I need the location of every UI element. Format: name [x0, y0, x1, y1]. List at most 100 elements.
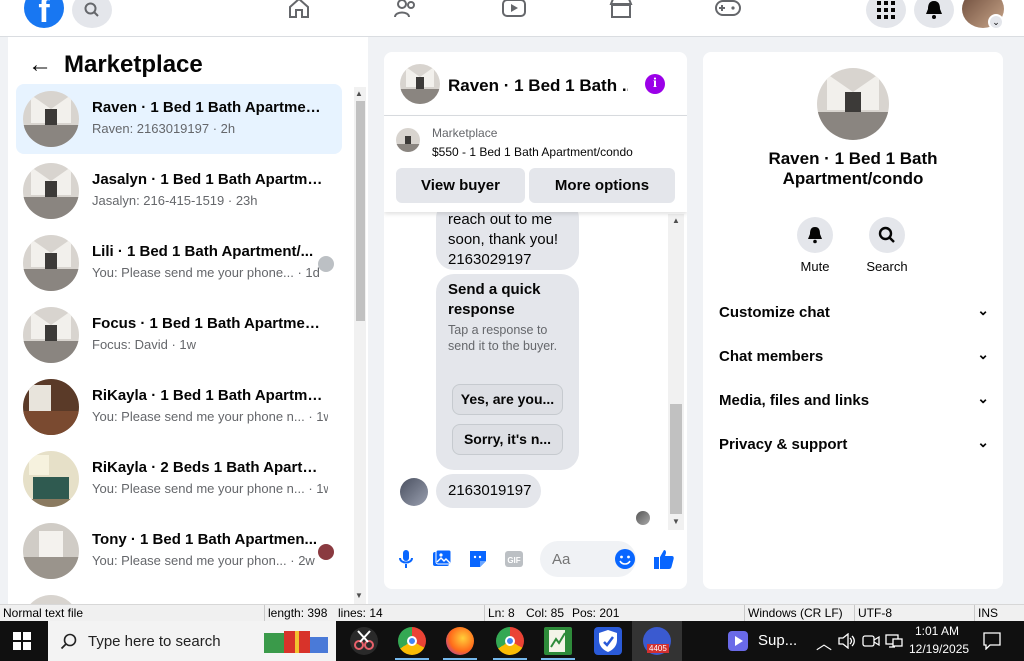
- sup-app-label[interactable]: Sup...: [758, 632, 797, 649]
- encoding-status: UTF-8: [858, 606, 892, 620]
- chevron-down-icon[interactable]: ⌄: [988, 14, 1004, 30]
- photo-icon[interactable]: [430, 547, 454, 571]
- message-bubble: 2163019197: [436, 474, 541, 508]
- scroll-up-arrow-icon[interactable]: ▲: [672, 216, 680, 225]
- bell-icon: [797, 217, 833, 253]
- listing-price[interactable]: $550 - 1 Bed 1 Bath Apartment/condo: [432, 145, 633, 159]
- listing-thumbnail: [396, 128, 420, 152]
- scrollbar-thumb[interactable]: [356, 101, 365, 321]
- emoji-icon[interactable]: [613, 547, 637, 571]
- volume-icon[interactable]: [838, 632, 856, 654]
- conversation-item[interactable]: Raven · 1 Bed 1 Bath Apartment/... Raven…: [16, 84, 342, 154]
- clock-time[interactable]: 1:01 AM: [915, 624, 959, 638]
- scrollbar-thumb[interactable]: [670, 404, 682, 514]
- line-ending-status: Windows (CR LF): [748, 606, 843, 620]
- firefox-icon[interactable]: [446, 627, 474, 655]
- sup-app-icon[interactable]: [728, 631, 748, 651]
- listing-thumbnail: [23, 163, 79, 219]
- quick-reply-button[interactable]: Yes, are you...: [452, 384, 563, 415]
- back-arrow-icon[interactable]: ←: [28, 51, 52, 79]
- active-app-tile[interactable]: 4405: [632, 621, 682, 661]
- search-icon: [869, 217, 905, 253]
- more-options-button[interactable]: More options: [529, 168, 675, 203]
- microphone-icon[interactable]: [394, 547, 418, 571]
- conversation-item[interactable]: RiKayla · 1 Bed 1 Bath Apartmen... You: …: [16, 372, 342, 442]
- conversation-preview: You: Please send me your phone n... · 1w: [92, 409, 328, 424]
- conversation-item[interactable]: Lili · 1 Bed 1 Bath Apartment/... You: P…: [16, 228, 342, 298]
- quick-response-title: Send a quick response: [448, 281, 541, 318]
- info-icon[interactable]: i: [645, 74, 665, 94]
- conversation-item[interactable]: Focus · 1 Bed 1 Bath Apartment/... Focus…: [16, 300, 342, 370]
- listing-thumbnail: [23, 451, 79, 507]
- shield-app-icon[interactable]: [594, 627, 622, 655]
- chat-members-section[interactable]: Chat members ⌄: [719, 342, 989, 372]
- chat-scrollbar[interactable]: ▲ ▼: [668, 214, 684, 530]
- notepad-plus-plus-icon[interactable]: [544, 627, 572, 655]
- scroll-down-arrow-icon[interactable]: ▼: [355, 591, 363, 600]
- conversation-item[interactable]: Jasalyn · 1 Bed 1 Bath Apartmen... Jasal…: [16, 156, 342, 226]
- chrome-profile-icon[interactable]: [496, 627, 524, 655]
- chat-title[interactable]: Raven · 1 Bed 1 Bath ...: [448, 76, 628, 96]
- video-icon[interactable]: [500, 0, 528, 22]
- conversation-info-panel: Raven · 1 Bed 1 Bath Apartment/condo Mut…: [703, 52, 1003, 589]
- facebook-logo[interactable]: f: [24, 0, 64, 30]
- friends-icon[interactable]: [392, 0, 420, 22]
- read-receipt-avatar: [318, 544, 334, 560]
- read-receipt-avatar: [318, 256, 334, 272]
- chat-avatar[interactable]: [400, 64, 440, 104]
- position-status: Pos: 201: [572, 606, 620, 620]
- conversation-item[interactable]: RiKayla · 2 Beds 1 Bath Apartme... You: …: [16, 444, 342, 514]
- clock-date[interactable]: 12/19/2025: [909, 642, 969, 656]
- view-buyer-button[interactable]: View buyer: [396, 168, 525, 203]
- line-status: Ln: 8: [488, 606, 515, 620]
- chat-window: Raven · 1 Bed 1 Bath ... i Marketplace $…: [384, 52, 687, 589]
- sender-avatar: [400, 478, 428, 506]
- conversation-title: Raven · 1 Bed 1 Bath Apartment/condo: [768, 149, 938, 188]
- insert-mode-status: INS: [978, 606, 999, 620]
- gifts-highlight-icon[interactable]: [262, 627, 332, 655]
- chevron-down-icon: ⌄: [977, 302, 989, 318]
- meet-now-icon[interactable]: [862, 633, 880, 654]
- notification-center-icon[interactable]: [983, 632, 1001, 655]
- page-title: Marketplace: [64, 51, 203, 78]
- search-in-conversation-button[interactable]: Search: [857, 217, 917, 274]
- notifications-bell-icon[interactable]: [914, 0, 954, 28]
- taskbar-search-box[interactable]: Type here to search: [48, 621, 336, 661]
- privacy-support-section[interactable]: Privacy & support ⌄: [719, 430, 989, 460]
- scroll-down-arrow-icon[interactable]: ▼: [672, 517, 680, 526]
- scroll-up-arrow-icon[interactable]: ▲: [355, 89, 363, 98]
- quick-response-card: Send a quick response Tap a response to …: [436, 274, 579, 470]
- chrome-icon[interactable]: [398, 627, 426, 655]
- thumbs-up-icon[interactable]: [652, 547, 676, 571]
- home-icon[interactable]: [285, 0, 313, 22]
- lines-status: lines: 14: [338, 606, 383, 620]
- file-type-status: Normal text file: [3, 606, 84, 620]
- snipping-tool-icon[interactable]: [350, 627, 378, 655]
- gaming-icon[interactable]: [714, 0, 742, 22]
- chevron-down-icon: ⌄: [977, 434, 989, 450]
- conversation-item[interactable]: Tony · 1 Bed 1 Bath Apartmen... You: Ple…: [16, 516, 342, 586]
- sidebar-scrollbar[interactable]: ▲ ▼: [354, 87, 366, 604]
- sticker-icon[interactable]: [466, 547, 490, 571]
- message-list: reach out to me soon, thank you! 2163029…: [384, 212, 687, 527]
- quick-reply-button[interactable]: Sorry, it's n...: [452, 424, 563, 455]
- gif-icon[interactable]: GIF: [502, 547, 526, 571]
- message-composer: GIF: [384, 539, 687, 579]
- conversation-item[interactable]: [16, 588, 342, 604]
- listing-card: Marketplace $550 - 1 Bed 1 Bath Apartmen…: [384, 116, 687, 212]
- conversation-title: Raven · 1 Bed 1 Bath Apartment/...: [92, 99, 326, 116]
- column-status: Col: 85: [526, 606, 565, 620]
- conversation-title: RiKayla · 1 Bed 1 Bath Apartmen...: [92, 387, 326, 404]
- listing-thumbnail: [23, 523, 79, 579]
- section-label: Media, files and links: [719, 392, 870, 409]
- windows-start-icon[interactable]: [13, 632, 31, 650]
- chevron-up-icon[interactable]: ︿: [816, 630, 832, 654]
- media-files-links-section[interactable]: Media, files and links ⌄: [719, 386, 989, 416]
- search-icon[interactable]: [72, 0, 112, 28]
- customize-chat-section[interactable]: Customize chat ⌄: [719, 298, 989, 328]
- network-icon[interactable]: [885, 633, 903, 654]
- marketplace-icon[interactable]: [607, 0, 635, 22]
- mute-button[interactable]: Mute: [785, 217, 845, 274]
- conversation-title: Tony · 1 Bed 1 Bath Apartmen...: [92, 531, 318, 548]
- menu-grid-icon[interactable]: [866, 0, 906, 28]
